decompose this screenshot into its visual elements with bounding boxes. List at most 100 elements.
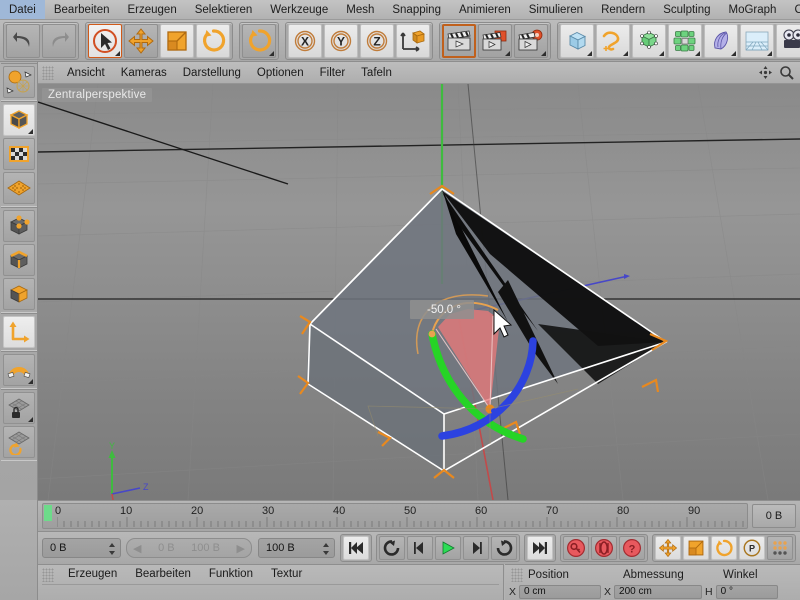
enable-axis-modification-button[interactable] xyxy=(3,316,35,348)
viewport-menu-filter[interactable]: Filter xyxy=(312,62,354,84)
menu-item-bearbeiten[interactable]: Bearbeiten xyxy=(45,0,119,20)
world-object-axis-button[interactable] xyxy=(396,24,430,58)
viewport-menu-kameras[interactable]: Kameras xyxy=(113,62,175,84)
menu-item-werkzeuge[interactable]: Werkzeuge xyxy=(261,0,337,20)
rotate-tool-button[interactable] xyxy=(242,24,276,58)
object-texture-mode-button[interactable] xyxy=(3,66,35,98)
parameter-key-button[interactable]: P xyxy=(739,536,765,560)
menu-item-charakter[interactable]: Charakter xyxy=(785,0,800,20)
deformer-mode-button[interactable] xyxy=(3,172,35,204)
sphere-texture-mode-icon xyxy=(5,68,33,96)
texture-mode-button[interactable] xyxy=(3,138,35,170)
add-deformer-button[interactable] xyxy=(704,24,738,58)
prev-key-icon xyxy=(383,540,401,556)
camera-icon xyxy=(780,28,800,54)
skip-end-icon xyxy=(531,540,549,556)
coord-pos-field-x[interactable]: 0 cm xyxy=(519,585,601,599)
play-icon xyxy=(439,540,457,556)
polygons-mode-button[interactable] xyxy=(3,278,35,310)
coord-size-field-x[interactable]: 200 cm xyxy=(614,585,702,599)
viewport-menu-ansicht[interactable]: Ansicht xyxy=(59,62,113,84)
previous-key-button[interactable] xyxy=(379,536,405,560)
max-frame-spinner[interactable] xyxy=(323,543,330,555)
pan-icon[interactable] xyxy=(758,65,773,80)
workplane-rotate-button[interactable] xyxy=(3,426,35,458)
panel-grip-icon[interactable] xyxy=(42,568,54,582)
panel-grip-icon[interactable] xyxy=(511,568,523,582)
lock-workplane-button[interactable] xyxy=(3,392,35,424)
keyframe-selection-button[interactable]: ? xyxy=(619,536,645,560)
viewport-menu-optionen[interactable]: Optionen xyxy=(249,62,312,84)
live-selection-button[interactable] xyxy=(88,24,122,58)
svg-text:Y: Y xyxy=(337,34,345,48)
grid-plane-orange-icon xyxy=(6,175,32,201)
render-view-button[interactable] xyxy=(442,24,476,58)
viewport-3d[interactable]: Y Z X Zentralperspektive -50.0 ° xyxy=(38,84,800,500)
coord-angle-field-h[interactable]: 0 ° xyxy=(716,585,778,599)
go-to-end-button[interactable] xyxy=(527,536,553,560)
next-key-button[interactable] xyxy=(491,536,517,560)
go-to-start-button[interactable] xyxy=(343,536,369,560)
rotate-button[interactable] xyxy=(196,24,230,58)
lock-y-button[interactable]: Y xyxy=(324,24,358,58)
max-frame-field[interactable]: 100 B xyxy=(258,538,335,558)
enable-snapping-button[interactable] xyxy=(3,354,35,386)
timeline-track[interactable]: 0 10 20 30 40 50 60 70 80 90 100 xyxy=(42,503,748,529)
menu-item-rendern[interactable]: Rendern xyxy=(592,0,654,20)
menu-item-datei[interactable]: Datei xyxy=(0,0,45,20)
menu-item-sculpting[interactable]: Sculpting xyxy=(654,0,719,20)
undo-button[interactable] xyxy=(6,24,40,58)
zoom-icon[interactable] xyxy=(779,65,794,80)
material-menu-erzeugen[interactable]: Erzeugen xyxy=(59,565,126,584)
lock-x-button[interactable]: X xyxy=(288,24,322,58)
svg-text:Z: Z xyxy=(373,34,380,48)
menu-item-selektieren[interactable]: Selektieren xyxy=(186,0,262,20)
current-frame-spinner[interactable] xyxy=(109,543,116,555)
autokey-button[interactable] xyxy=(591,536,617,560)
rotation-key-button[interactable] xyxy=(711,536,737,560)
viewport-menu-tafeln[interactable]: Tafeln xyxy=(353,62,400,84)
make-editable-button[interactable] xyxy=(3,104,35,136)
edges-mode-button[interactable] xyxy=(3,244,35,276)
add-nurbs-button[interactable] xyxy=(632,24,666,58)
record-button[interactable] xyxy=(563,536,589,560)
menu-item-simulieren[interactable]: Simulieren xyxy=(520,0,592,20)
panel-grip-icon[interactable] xyxy=(42,66,54,80)
add-camera-button[interactable] xyxy=(776,24,800,58)
play-button[interactable] xyxy=(435,536,461,560)
range-prev-arrow-icon[interactable]: ◀ xyxy=(133,542,141,555)
left-group-components xyxy=(1,207,37,313)
previous-frame-button[interactable] xyxy=(407,536,433,560)
timeline-playhead[interactable] xyxy=(44,505,52,521)
menu-item-snapping[interactable]: Snapping xyxy=(383,0,450,20)
material-menu-bearbeiten[interactable]: Bearbeiten xyxy=(126,565,200,584)
add-spline-button[interactable] xyxy=(596,24,630,58)
scale-key-button[interactable] xyxy=(683,536,709,560)
timeline-frame-field[interactable]: 0 B xyxy=(752,504,796,528)
render-region-button[interactable] xyxy=(478,24,512,58)
add-cube-button[interactable] xyxy=(560,24,594,58)
material-menu-funktion[interactable]: Funktion xyxy=(200,565,262,584)
add-array-button[interactable] xyxy=(668,24,702,58)
lock-z-button[interactable]: Z xyxy=(360,24,394,58)
range-next-arrow-icon[interactable]: ▶ xyxy=(236,542,244,555)
material-list-area[interactable] xyxy=(38,585,503,599)
preview-range-field[interactable]: ◀ 0 B 100 B ▶ xyxy=(126,538,252,558)
menu-item-mograph[interactable]: MoGraph xyxy=(720,0,786,20)
scale-button[interactable] xyxy=(160,24,194,58)
menu-item-animieren[interactable]: Animieren xyxy=(450,0,520,20)
move-button[interactable] xyxy=(124,24,158,58)
points-mode-button[interactable] xyxy=(3,210,35,242)
viewport-menu-darstellung[interactable]: Darstellung xyxy=(175,62,249,84)
next-frame-button[interactable] xyxy=(463,536,489,560)
menu-item-mesh[interactable]: Mesh xyxy=(337,0,383,20)
add-environment-button[interactable] xyxy=(740,24,774,58)
material-menu-textur[interactable]: Textur xyxy=(262,565,311,584)
render-settings-button[interactable] xyxy=(514,24,548,58)
position-key-button[interactable] xyxy=(655,536,681,560)
pla-key-button[interactable] xyxy=(767,536,793,560)
current-frame-field[interactable]: 0 B xyxy=(42,538,121,558)
question-key-icon: ? xyxy=(622,538,642,558)
redo-button[interactable] xyxy=(42,24,76,58)
menu-item-erzeugen[interactable]: Erzeugen xyxy=(118,0,185,20)
